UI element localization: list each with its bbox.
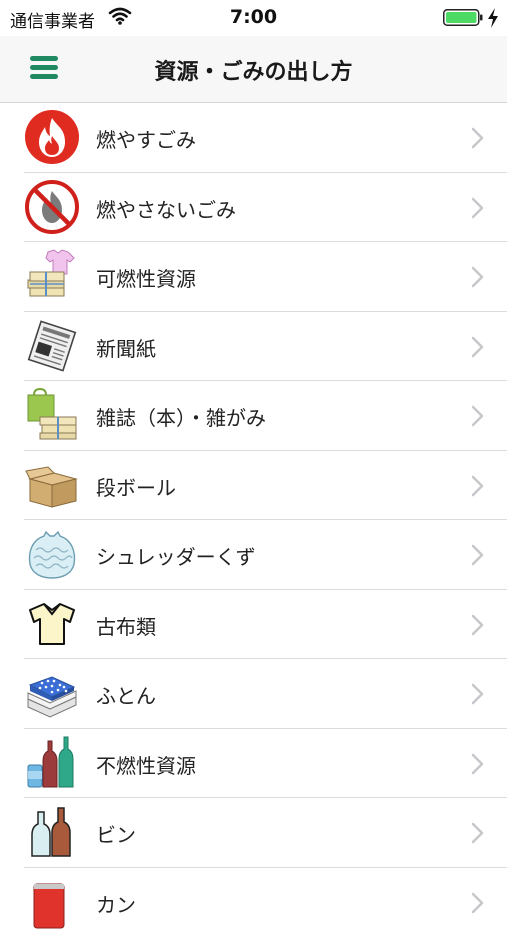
chevron-right-icon xyxy=(471,892,485,914)
chevron-right-icon xyxy=(471,127,485,149)
chevron-right-icon xyxy=(471,475,485,497)
list-item-burnable[interactable]: 燃やすごみ xyxy=(0,103,507,173)
list-item-magazines[interactable]: 雑誌（本）・雑がみ xyxy=(0,381,507,451)
list-item-label: 新聞紙 xyxy=(96,333,156,362)
list-item-label: 燃やさないごみ xyxy=(96,194,236,223)
futon-icon xyxy=(24,665,80,721)
list-item-label: ビン xyxy=(96,819,136,848)
list-item-label: カン xyxy=(96,889,136,918)
list-item-non-combustible-resources[interactable]: 不燃性資源 xyxy=(0,729,507,799)
nav-bar: 資源・ごみの出し方 xyxy=(0,36,507,103)
list-item-futon[interactable]: ふとん xyxy=(0,659,507,729)
no-fire-icon xyxy=(24,179,80,235)
chevron-right-icon xyxy=(471,405,485,427)
shredder-bag-icon xyxy=(24,526,80,582)
list-item-label: 段ボール xyxy=(96,472,176,501)
newspaper-icon xyxy=(24,318,80,374)
clothes-papers-icon xyxy=(24,248,80,304)
list-item-label: 燃やすごみ xyxy=(96,124,196,153)
chevron-right-icon xyxy=(471,266,485,288)
page-title: 資源・ごみの出し方 xyxy=(0,54,507,86)
list-item-cans[interactable]: カン xyxy=(0,868,507,937)
can-icon xyxy=(24,874,80,930)
magazine-paper-bag-icon xyxy=(24,387,80,443)
list-item-cardboard[interactable]: 段ボール xyxy=(0,451,507,521)
clock: 7:00 xyxy=(0,6,507,28)
fire-icon xyxy=(24,109,80,165)
status-bar: 通信事業者 7:00 xyxy=(0,0,507,36)
chevron-right-icon xyxy=(471,753,485,775)
list-item-label: 古布類 xyxy=(96,611,156,640)
chevron-right-icon xyxy=(471,544,485,566)
glass-bottles-icon xyxy=(24,804,80,860)
charging-bolt-icon xyxy=(486,7,500,29)
battery-icon xyxy=(443,9,483,26)
chevron-right-icon xyxy=(471,197,485,219)
chevron-right-icon xyxy=(471,614,485,636)
chevron-right-icon xyxy=(471,822,485,844)
list-item-label: シュレッダーくず xyxy=(96,541,256,570)
cardboard-box-icon xyxy=(24,457,80,513)
chevron-right-icon xyxy=(471,336,485,358)
list-item-label: 雑誌（本）・雑がみ xyxy=(96,402,266,431)
list-item-old-clothes[interactable]: 古布類 xyxy=(0,590,507,660)
list-item-label: ふとん xyxy=(96,680,156,709)
list-item-label: 可燃性資源 xyxy=(96,263,196,292)
list-item-combustible-resources[interactable]: 可燃性資源 xyxy=(0,242,507,312)
list-item-label: 不燃性資源 xyxy=(96,750,196,779)
list-item-newspaper[interactable]: 新聞紙 xyxy=(0,312,507,382)
list-item-bottles[interactable]: ビン xyxy=(0,798,507,868)
garbage-category-list: 燃やすごみ 燃やさないごみ 可燃性資源 xyxy=(0,103,507,937)
chevron-right-icon xyxy=(471,683,485,705)
list-item-shredder[interactable]: シュレッダーくず xyxy=(0,520,507,590)
list-item-non-burnable[interactable]: 燃やさないごみ xyxy=(0,173,507,243)
bottles-can-icon xyxy=(24,735,80,791)
shirt-icon xyxy=(24,596,80,652)
